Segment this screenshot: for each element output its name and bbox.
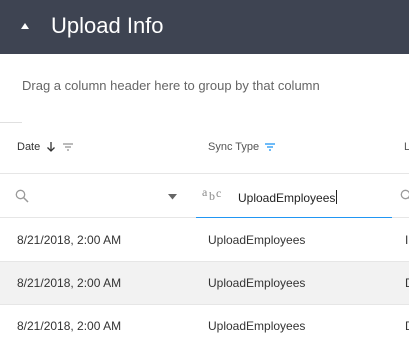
cell-date: 8/21/2018, 2:00 AM xyxy=(17,319,122,333)
group-by-hint: Drag a column header here to group by th… xyxy=(22,78,320,93)
column-header-sync-type[interactable]: Sync Type xyxy=(208,141,276,153)
text-filter-icon[interactable]: abc xyxy=(202,185,224,203)
panel-title: Upload Info xyxy=(51,13,164,38)
search-icon xyxy=(400,189,409,200)
sync-type-filter-value[interactable]: UploadEmployees xyxy=(238,190,338,205)
cell-third: I xyxy=(405,233,409,247)
table-row[interactable]: 8/21/2018, 2:00 AM UploadEmployees I xyxy=(0,219,409,262)
column-header-date[interactable]: Date xyxy=(17,141,74,153)
filter-active-icon[interactable] xyxy=(264,141,276,153)
sort-descending-icon[interactable] xyxy=(45,141,57,153)
cell-sync-type: UploadEmployees xyxy=(208,319,306,333)
cell-date: 8/21/2018, 2:00 AM xyxy=(17,233,122,247)
search-icon xyxy=(15,189,29,203)
cell-date: 8/21/2018, 2:00 AM xyxy=(17,276,122,290)
group-by-panel[interactable]: Drag a column header here to group by th… xyxy=(0,54,409,123)
cell-sync-type: UploadEmployees xyxy=(208,276,306,290)
column-headers: Date Sync Type L xyxy=(0,123,409,174)
table-row[interactable]: 8/21/2018, 2:00 AM UploadEmployees D xyxy=(0,262,409,305)
filter-row: abc UploadEmployees xyxy=(0,175,409,218)
column-header-label: L xyxy=(404,141,409,153)
column-header-label: Sync Type xyxy=(208,141,260,153)
column-header-label: Date xyxy=(17,141,41,153)
panel-header: Upload Info xyxy=(0,0,409,54)
filter-lines-icon[interactable] xyxy=(62,141,74,153)
table-row[interactable]: 8/21/2018, 2:00 AM UploadEmployees D xyxy=(0,305,409,340)
cell-third: D xyxy=(405,319,409,333)
collapse-icon[interactable] xyxy=(20,22,30,30)
cell-third: D xyxy=(405,276,409,290)
column-header-third[interactable]: L xyxy=(404,141,409,153)
chevron-down-icon[interactable] xyxy=(168,194,177,200)
cell-sync-type: UploadEmployees xyxy=(208,233,306,247)
